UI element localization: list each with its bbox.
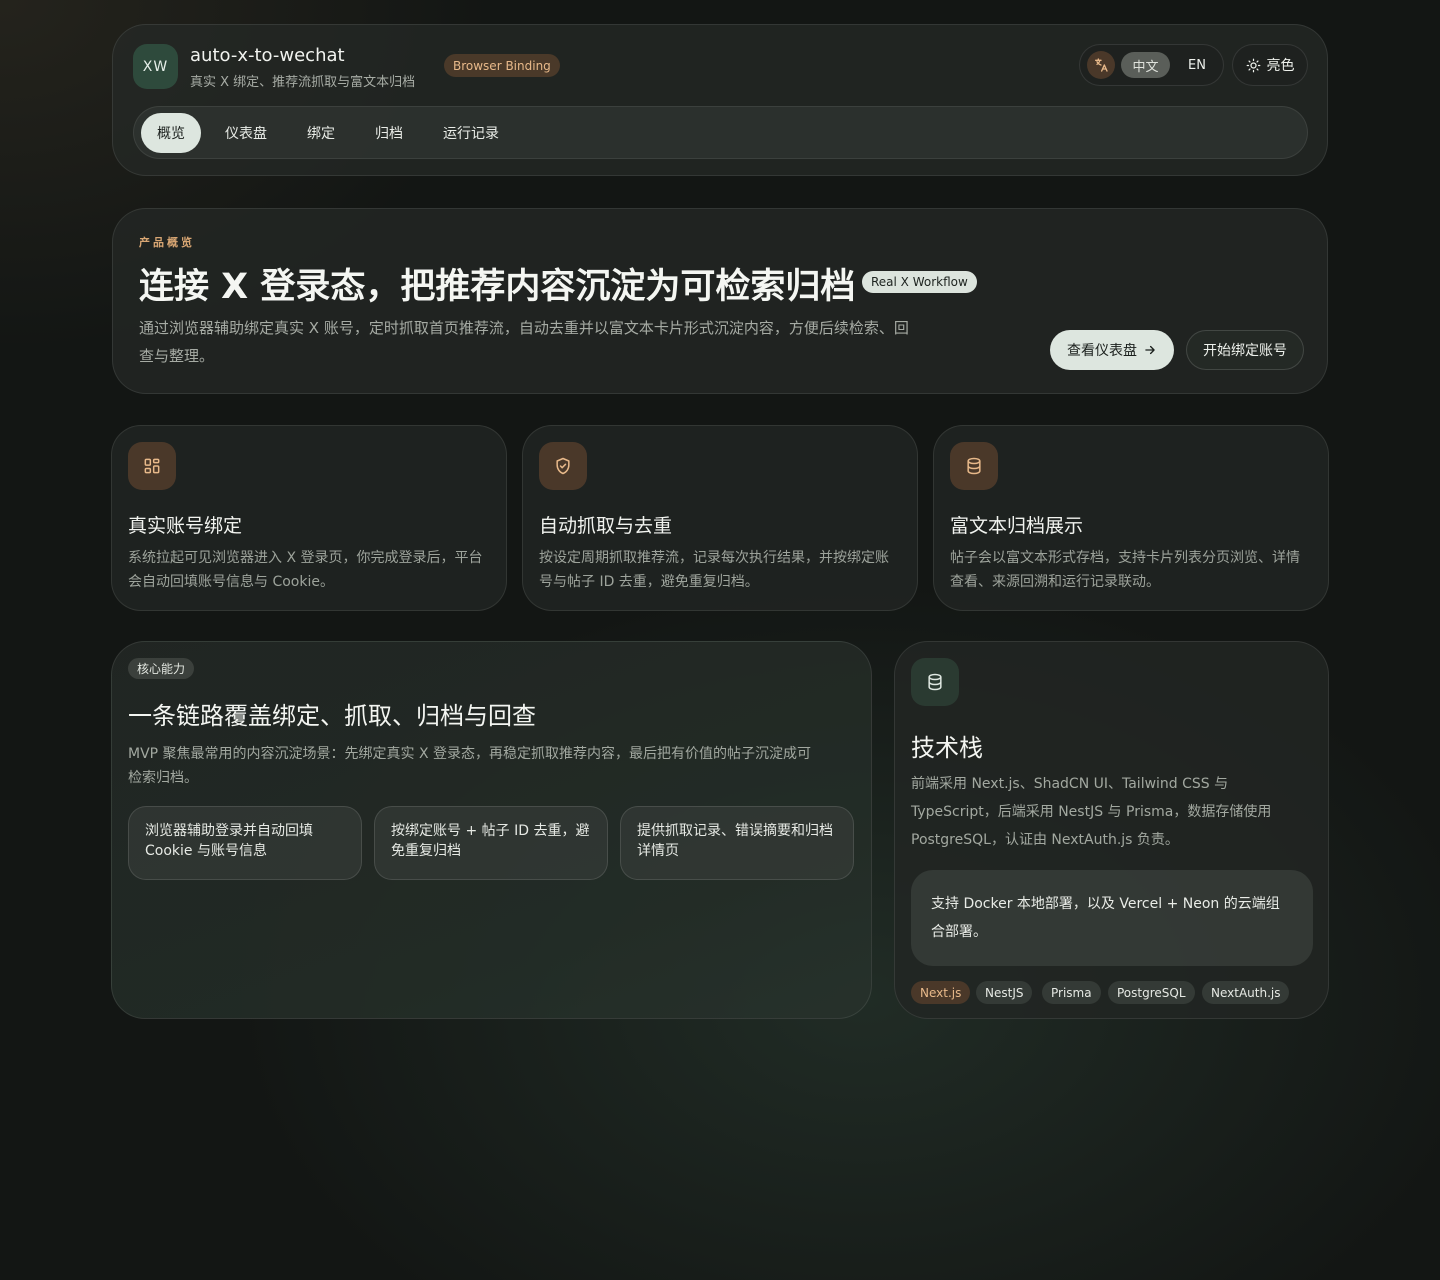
- tab-run-logs[interactable]: 运行记录: [427, 113, 515, 153]
- lang-zh-button[interactable]: 中文: [1121, 52, 1170, 78]
- lang-en-button[interactable]: EN: [1176, 52, 1218, 78]
- feature-title: 富文本归档展示: [950, 515, 1084, 537]
- app-subtitle: 真实 X 绑定、推荐流抓取与富文本归档: [190, 75, 416, 90]
- feature-description: 帖子会以富文本形式存档，支持卡片列表分页浏览、详情查看、来源回溯和运行记录联动。: [950, 550, 1300, 590]
- grid-icon: [128, 442, 176, 490]
- database-icon: [950, 442, 998, 490]
- tab-archive[interactable]: 归档: [359, 113, 419, 153]
- tech-description: 前端采用 Next.js、ShadCN UI、Tailwind CSS 与 Ty…: [911, 776, 1272, 848]
- app-name: auto-x-to-wechat: [190, 45, 345, 66]
- hero-section: 产品概览 连接 X 登录态，把推荐内容沉淀为可检索归档 Real X Workf…: [112, 208, 1328, 394]
- tab-overview[interactable]: 概览: [141, 113, 201, 153]
- view-dashboard-label: 查看仪表盘: [1067, 343, 1137, 359]
- core-title: 一条链路覆盖绑定、抓取、归档与回查: [128, 702, 536, 730]
- app-logo: XW: [133, 44, 178, 89]
- feature-card-archive: 富文本归档展示 帖子会以富文本形式存档，支持卡片列表分页浏览、详情查看、来源回溯…: [933, 425, 1329, 611]
- view-dashboard-button[interactable]: 查看仪表盘: [1050, 330, 1174, 370]
- core-item: 浏览器辅助登录并自动回填 Cookie 与账号信息: [128, 806, 362, 880]
- core-description: MVP 聚焦最常用的内容沉淀场景：先绑定真实 X 登录态，再稳定抓取推荐内容，最…: [128, 746, 812, 786]
- main-nav: 概览 仪表盘 绑定 归档 运行记录: [133, 106, 1308, 159]
- core-item: 提供抓取记录、错误摘要和归档详情页: [620, 806, 854, 880]
- feature-description: 系统拉起可见浏览器进入 X 登录页，你完成登录后，平台会自动回填账号信息与 Co…: [128, 550, 483, 590]
- core-capability-card: 核心能力 一条链路覆盖绑定、抓取、归档与回查 MVP 聚焦最常用的内容沉淀场景：…: [111, 641, 872, 1019]
- language-switcher: 中文 EN: [1079, 44, 1224, 86]
- feature-card-binding: 真实账号绑定 系统拉起可见浏览器进入 X 登录页，你完成登录后，平台会自动回填账…: [111, 425, 507, 611]
- tech-tag: NextAuth.js: [1202, 981, 1290, 1004]
- tab-binding[interactable]: 绑定: [291, 113, 351, 153]
- theme-toggle-button[interactable]: 亮色: [1232, 44, 1308, 86]
- page-title: 连接 X 登录态，把推荐内容沉淀为可检索归档: [139, 267, 856, 307]
- feature-title: 真实账号绑定: [128, 515, 243, 537]
- tech-tag: NestJS: [976, 981, 1033, 1004]
- start-binding-button[interactable]: 开始绑定账号: [1186, 330, 1304, 370]
- tech-title: 技术栈: [911, 734, 983, 762]
- theme-label: 亮色: [1266, 58, 1295, 74]
- feature-title: 自动抓取与去重: [539, 515, 673, 537]
- feature-description: 按设定周期抓取推荐流，记录每次执行结果，并按绑定账号与帖子 ID 去重，避免重复…: [539, 550, 889, 590]
- core-item: 按绑定账号 + 帖子 ID 去重，避免重复归档: [374, 806, 608, 880]
- feature-card-fetch: 自动抓取与去重 按设定周期抓取推荐流，记录每次执行结果，并按绑定账号与帖子 ID…: [522, 425, 918, 611]
- hero-eyebrow: 产品概览: [139, 236, 195, 249]
- tech-tag: Prisma: [1042, 981, 1101, 1004]
- shield-check-icon: [539, 442, 587, 490]
- arrow-right-icon: [1143, 343, 1157, 357]
- tech-tag: PostgreSQL: [1108, 981, 1195, 1004]
- deployment-note: 支持 Docker 本地部署，以及 Vercel + Neon 的云端组合部署。: [911, 870, 1313, 966]
- database-icon: [911, 658, 959, 706]
- sun-icon: [1246, 58, 1261, 73]
- browser-binding-badge: Browser Binding: [444, 54, 560, 77]
- tab-dashboard[interactable]: 仪表盘: [209, 113, 283, 153]
- tech-stack-card: 技术栈 前端采用 Next.js、ShadCN UI、Tailwind CSS …: [894, 641, 1329, 1019]
- translate-icon: [1087, 51, 1115, 79]
- real-workflow-badge: Real X Workflow: [862, 271, 977, 293]
- top-header: XW auto-x-to-wechat 真实 X 绑定、推荐流抓取与富文本归档 …: [112, 24, 1328, 176]
- tech-tag: Next.js: [911, 981, 971, 1004]
- hero-description: 通过浏览器辅助绑定真实 X 账号，定时抓取首页推荐流，自动去重并以富文本卡片形式…: [139, 319, 909, 365]
- core-pill: 核心能力: [128, 658, 195, 679]
